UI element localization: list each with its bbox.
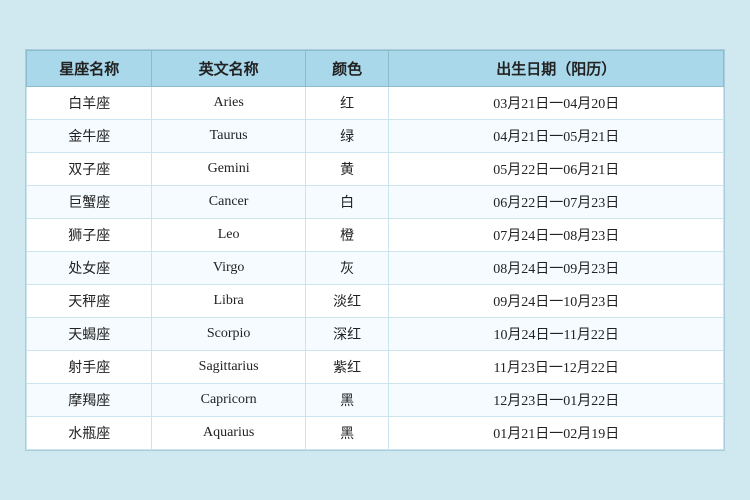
cell-date: 12月23日一01月22日 [389,384,724,417]
zodiac-table-container: 星座名称 英文名称 颜色 出生日期（阳历） 白羊座Aries红03月21日一04… [25,49,725,451]
cell-date: 10月24日一11月22日 [389,318,724,351]
cell-color: 白 [305,186,389,219]
cell-chinese: 射手座 [27,351,152,384]
table-row: 水瓶座Aquarius黑01月21日一02月19日 [27,417,724,450]
cell-english: Sagittarius [152,351,305,384]
table-row: 狮子座Leo橙07月24日一08月23日 [27,219,724,252]
cell-color: 灰 [305,252,389,285]
cell-chinese: 双子座 [27,153,152,186]
cell-chinese: 天秤座 [27,285,152,318]
table-row: 处女座Virgo灰08月24日一09月23日 [27,252,724,285]
cell-date: 01月21日一02月19日 [389,417,724,450]
cell-date: 06月22日一07月23日 [389,186,724,219]
cell-english: Gemini [152,153,305,186]
cell-date: 08月24日一09月23日 [389,252,724,285]
cell-english: Aquarius [152,417,305,450]
cell-english: Capricorn [152,384,305,417]
table-header-row: 星座名称 英文名称 颜色 出生日期（阳历） [27,51,724,87]
table-row: 射手座Sagittarius紫红11月23日一12月22日 [27,351,724,384]
cell-chinese: 处女座 [27,252,152,285]
cell-chinese: 金牛座 [27,120,152,153]
zodiac-table: 星座名称 英文名称 颜色 出生日期（阳历） 白羊座Aries红03月21日一04… [26,50,724,450]
cell-date: 04月21日一05月21日 [389,120,724,153]
table-row: 天蝎座Scorpio深红10月24日一11月22日 [27,318,724,351]
table-row: 巨蟹座Cancer白06月22日一07月23日 [27,186,724,219]
cell-chinese: 水瓶座 [27,417,152,450]
cell-english: Leo [152,219,305,252]
table-row: 双子座Gemini黄05月22日一06月21日 [27,153,724,186]
cell-english: Virgo [152,252,305,285]
cell-color: 绿 [305,120,389,153]
header-english: 英文名称 [152,51,305,87]
cell-date: 03月21日一04月20日 [389,87,724,120]
header-chinese: 星座名称 [27,51,152,87]
cell-color: 橙 [305,219,389,252]
cell-color: 黑 [305,384,389,417]
cell-color: 黄 [305,153,389,186]
cell-color: 红 [305,87,389,120]
table-row: 摩羯座Capricorn黑12月23日一01月22日 [27,384,724,417]
cell-english: Aries [152,87,305,120]
header-date: 出生日期（阳历） [389,51,724,87]
header-color: 颜色 [305,51,389,87]
cell-color: 紫红 [305,351,389,384]
cell-english: Taurus [152,120,305,153]
cell-date: 09月24日一10月23日 [389,285,724,318]
table-row: 金牛座Taurus绿04月21日一05月21日 [27,120,724,153]
cell-chinese: 狮子座 [27,219,152,252]
table-row: 白羊座Aries红03月21日一04月20日 [27,87,724,120]
cell-chinese: 白羊座 [27,87,152,120]
cell-english: Scorpio [152,318,305,351]
cell-chinese: 巨蟹座 [27,186,152,219]
cell-color: 黑 [305,417,389,450]
cell-chinese: 摩羯座 [27,384,152,417]
cell-english: Libra [152,285,305,318]
cell-color: 淡红 [305,285,389,318]
cell-color: 深红 [305,318,389,351]
table-body: 白羊座Aries红03月21日一04月20日金牛座Taurus绿04月21日一0… [27,87,724,450]
cell-date: 11月23日一12月22日 [389,351,724,384]
table-row: 天秤座Libra淡红09月24日一10月23日 [27,285,724,318]
cell-english: Cancer [152,186,305,219]
cell-chinese: 天蝎座 [27,318,152,351]
cell-date: 05月22日一06月21日 [389,153,724,186]
cell-date: 07月24日一08月23日 [389,219,724,252]
